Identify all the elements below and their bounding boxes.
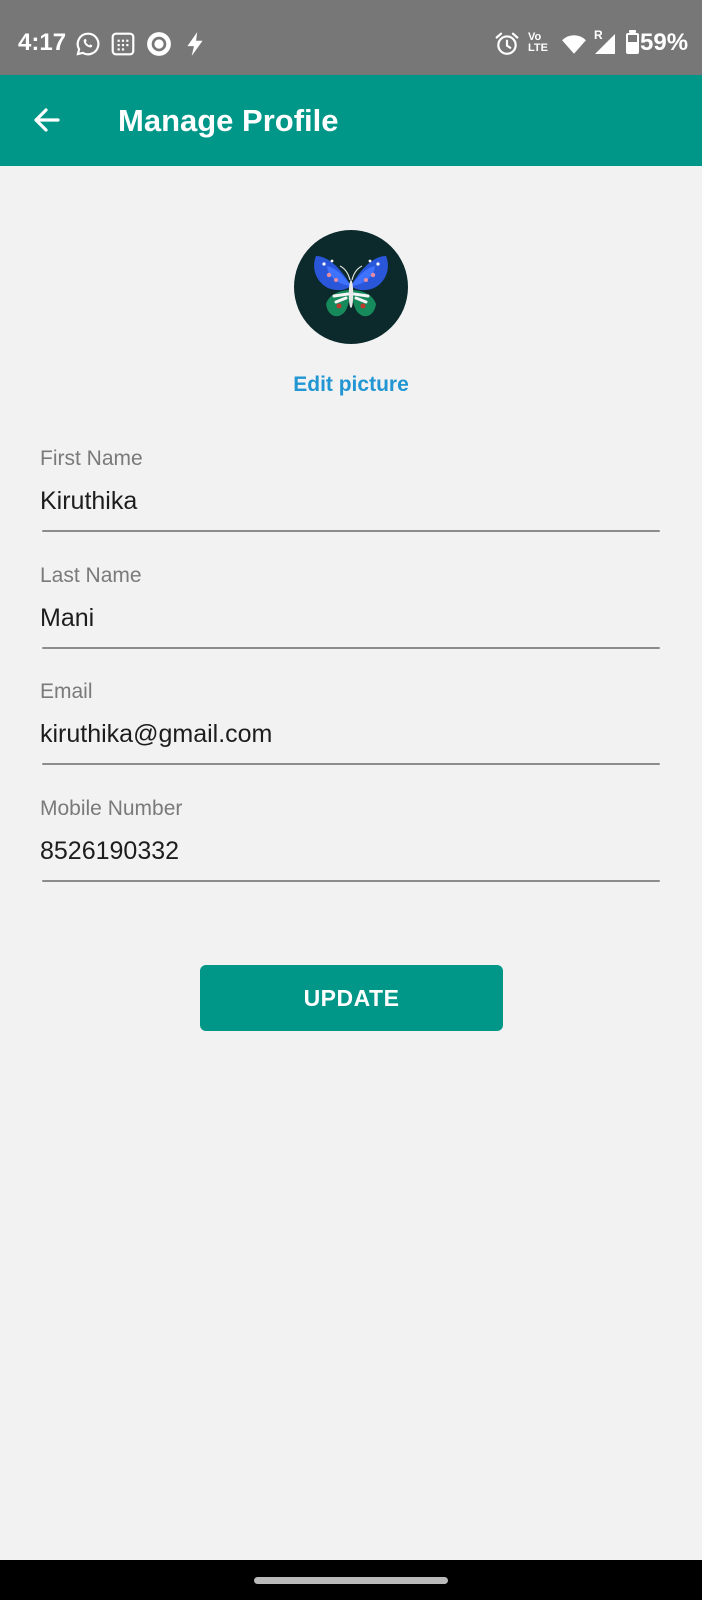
volte-icon: Vo LTE xyxy=(528,32,556,56)
email-field: Email xyxy=(40,679,660,779)
signal-roaming-icon: R xyxy=(593,29,617,57)
last-name-field: Last Name xyxy=(40,563,660,663)
avatar[interactable] xyxy=(294,230,408,344)
battery-fill xyxy=(628,42,637,52)
wifi-icon xyxy=(562,35,586,54)
battery-percent: 59% xyxy=(640,29,689,56)
mobile-number-input[interactable] xyxy=(40,834,660,868)
alarm-icon xyxy=(495,32,519,55)
calendar-app-icon xyxy=(111,32,135,56)
whatsapp-icon xyxy=(76,32,100,56)
first-name-field: First Name xyxy=(40,446,660,546)
email-input[interactable] xyxy=(40,717,660,751)
home-gesture-handle[interactable] xyxy=(254,1577,448,1584)
battery-icon xyxy=(626,30,639,54)
navigation-bar xyxy=(0,1560,702,1600)
last-name-underline xyxy=(42,647,660,649)
page-title: Manage Profile xyxy=(118,103,339,138)
status-time: 4:17 xyxy=(18,29,67,56)
mobile-number-underline xyxy=(42,880,660,882)
circle-app-icon xyxy=(147,32,171,56)
edit-picture-link[interactable]: Edit picture xyxy=(0,372,702,398)
roaming-label: R xyxy=(594,28,603,42)
first-name-underline xyxy=(42,530,660,532)
status-bar: 4:17 Vo LTE R 59% xyxy=(0,0,702,75)
mobile-number-field: Mobile Number xyxy=(40,796,660,896)
back-button[interactable] xyxy=(24,95,74,145)
volte-label-bottom: LTE xyxy=(528,42,548,54)
email-label: Email xyxy=(40,680,93,703)
arrow-left-icon xyxy=(34,108,60,132)
app-bar: Manage Profile xyxy=(0,75,702,166)
first-name-input[interactable] xyxy=(40,484,660,518)
last-name-label: Last Name xyxy=(40,564,142,587)
mobile-number-label: Mobile Number xyxy=(40,797,183,820)
flash-icon xyxy=(187,32,203,56)
first-name-label: First Name xyxy=(40,447,143,470)
last-name-input[interactable] xyxy=(40,601,660,635)
email-underline xyxy=(42,763,660,765)
update-button[interactable]: UPDATE xyxy=(200,965,503,1031)
butterfly-image xyxy=(314,256,388,317)
